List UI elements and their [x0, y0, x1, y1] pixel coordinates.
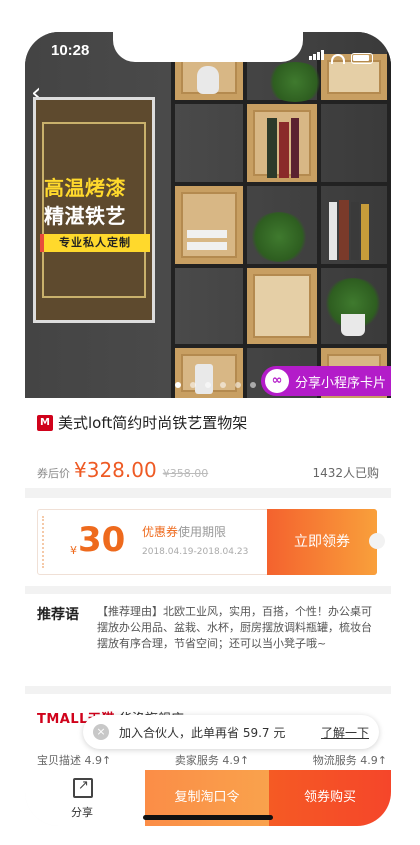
carousel-dot — [220, 382, 226, 388]
carousel-dot — [250, 382, 256, 388]
battery-icon — [351, 53, 373, 64]
carousel-dot — [235, 382, 241, 388]
share-miniprogram-card-button[interactable]: ∞ 分享小程序卡片 — [261, 366, 391, 396]
score-service: 卖家服务 4.9↑ — [174, 754, 250, 767]
carousel-dot — [205, 382, 211, 388]
product-title: 美式loft简约时尚铁艺置物架 — [58, 414, 248, 432]
wifi-icon — [331, 54, 345, 64]
coupon-amount: 30 — [78, 520, 126, 560]
toast-message: 加入合伙人，此单再省 59.7 元 — [119, 725, 286, 740]
promo-banner: 高温烤漆 精湛铁艺 专业私人定制 — [33, 97, 155, 323]
carousel-dot — [175, 382, 181, 388]
signal-icon — [309, 45, 325, 64]
banner-tag: 专业私人定制 — [40, 234, 150, 252]
coupon-title: 优惠券使用期限 — [142, 525, 227, 539]
home-indicator[interactable] — [143, 815, 273, 820]
recommend-text: 【推荐理由】北欧工业风，实用，百搭，个性！办公桌可摆放办公用品、盆栽、水杯，厨房… — [97, 605, 372, 650]
claim-coupon-button[interactable]: 立即领券 — [267, 509, 385, 575]
learn-more-link[interactable]: 了解一下 — [321, 724, 369, 741]
banner-line-2: 精湛铁艺 — [44, 204, 126, 228]
partner-toast: × 加入合伙人，此单再省 59.7 元 了解一下 — [83, 715, 379, 749]
share-label: 分享 — [71, 806, 93, 819]
shop-scores: 宝贝描述 4.9↑ 卖家服务 4.9↑ 物流服务 4.9↑ — [37, 752, 387, 768]
product-info: M 美式loft简约时尚铁艺置物架 券后价 ¥328.00 ¥358.00 14… — [25, 398, 391, 488]
status-time: 10:28 — [51, 42, 90, 59]
shelf-illustration — [165, 52, 391, 398]
coupon-card: ¥ 30 优惠券使用期限 2018.04.19-2018.04.23 立即领券 — [37, 509, 385, 575]
price-label: 券后价 — [37, 467, 70, 480]
original-price: ¥358.00 — [162, 467, 209, 480]
tmall-badge-icon: M — [37, 414, 53, 431]
carousel-dot — [190, 382, 196, 388]
recommend-section: 推荐语 【推荐理由】北欧工业风，实用，百搭，个性！办公桌可摆放办公用品、盆栽、水… — [25, 594, 391, 686]
coupon-dates: 2018.04.19-2018.04.23 — [142, 547, 249, 557]
sold-count: 1432人已购 — [312, 466, 379, 480]
product-image-carousel[interactable]: 10:28 ‹ 高温烤漆 精湛铁艺 专业私人定制 ∞ 分享小程序卡片 — [25, 32, 391, 398]
link-icon: ∞ — [265, 369, 289, 393]
score-description: 宝贝描述 4.9↑ — [37, 754, 112, 767]
status-icons — [309, 45, 373, 64]
carousel-indicator — [175, 382, 256, 388]
final-price: ¥328.00 — [74, 458, 157, 482]
phone-screen: 10:28 ‹ 高温烤漆 精湛铁艺 专业私人定制 ∞ 分享小程序卡片 M 美式l… — [25, 32, 391, 826]
banner-line-1: 高温烤漆 — [44, 176, 126, 200]
price-row: 券后价 ¥328.00 ¥358.00 1432人已购 — [37, 458, 379, 482]
share-card-label: 分享小程序卡片 — [295, 375, 387, 391]
share-button[interactable]: 分享 — [25, 770, 145, 826]
claim-and-buy-button[interactable]: 领券购买 — [269, 770, 391, 826]
coupon-section: ¥ 30 优惠券使用期限 2018.04.19-2018.04.23 立即领券 — [25, 498, 391, 586]
score-logistics: 物流服务 4.9↑ — [312, 754, 387, 767]
close-icon[interactable]: × — [93, 724, 109, 740]
title-row: M 美式loft简约时尚铁艺置物架 — [37, 412, 247, 433]
coupon-currency: ¥ — [70, 544, 77, 557]
device-notch — [113, 32, 303, 62]
recommend-heading: 推荐语 — [37, 607, 79, 623]
share-icon — [73, 778, 93, 798]
